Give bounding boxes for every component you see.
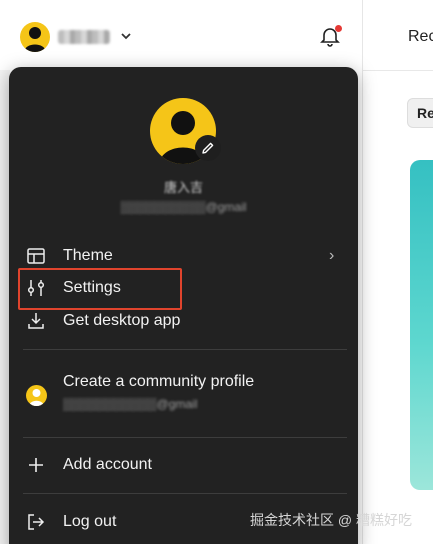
menu-item-theme[interactable]: Theme ›: [9, 241, 358, 271]
notifications-button[interactable]: [318, 24, 344, 50]
right-pane-title: Rec: [408, 28, 433, 45]
user-avatar: [20, 22, 50, 52]
chevron-right-icon: ›: [329, 247, 335, 264]
menu-divider: [23, 437, 347, 438]
menu-divider: [23, 493, 347, 494]
watermark-text: 掘金技术社区 @ 糟糕好吃: [250, 512, 412, 528]
notification-dot: [335, 25, 342, 32]
settings-highlight-box: [18, 268, 182, 310]
right-pane-chip[interactable]: Re: [407, 98, 433, 128]
teal-card[interactable]: [410, 160, 433, 490]
plus-icon: [25, 454, 47, 476]
community-avatar: [26, 385, 47, 406]
profile-name: 唐入吉: [163, 180, 203, 195]
logout-icon: [25, 511, 47, 533]
community-email: ▒▒▒▒▒▒▒▒▒▒▒@gmail: [63, 397, 198, 411]
profile-email: ▒▒▒▒▒▒▒▒▒▒@gmail: [120, 200, 247, 214]
chevron-down-icon: [120, 30, 132, 44]
menu-item-label: Theme: [63, 247, 113, 264]
account-switcher-button[interactable]: [14, 16, 146, 58]
menu-item-label: Create a community profile: [63, 373, 255, 390]
username: [58, 30, 110, 44]
layout-icon: [25, 245, 47, 267]
download-icon: [25, 310, 47, 332]
menu-item-label: Get desktop app: [63, 312, 181, 329]
menu-item-get-desktop-app[interactable]: Get desktop app: [9, 306, 358, 336]
menu-item-create-community-profile[interactable]: Create a community profile: [9, 367, 358, 397]
edit-avatar-button[interactable]: [195, 135, 221, 161]
menu-divider: [23, 349, 347, 350]
menu-item-add-account[interactable]: Add account: [9, 450, 358, 480]
pencil-icon: [202, 142, 214, 154]
menu-item-label: Log out: [63, 513, 117, 530]
right-pane: Rec Re: [362, 0, 433, 544]
menu-item-label: Add account: [63, 456, 152, 473]
divider: [363, 70, 433, 71]
account-menu: 唐入吉 ▒▒▒▒▒▒▒▒▒▒@gmail Theme › Settings Ge…: [9, 67, 358, 544]
